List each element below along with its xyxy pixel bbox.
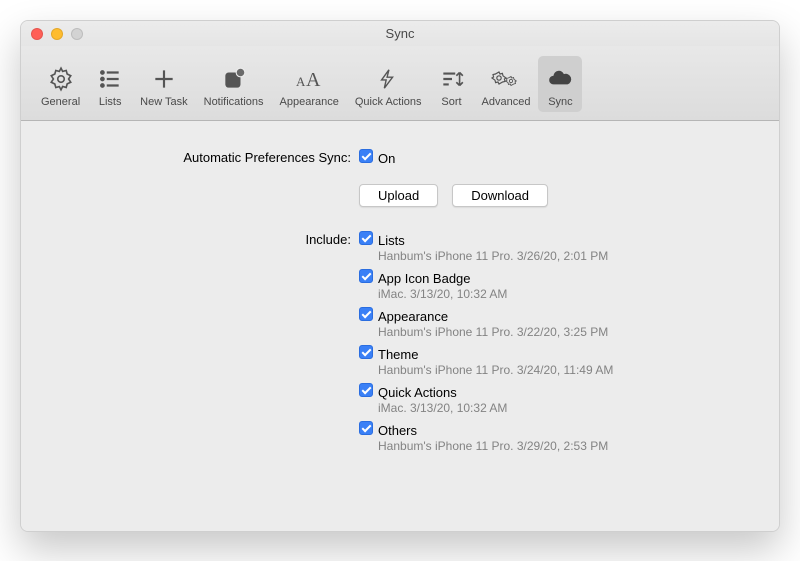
include-item-meta: iMac. 3/13/20, 10:32 AM: [378, 287, 739, 301]
tab-appearance[interactable]: AA Appearance: [272, 56, 347, 112]
include-item-label: Appearance: [378, 309, 448, 324]
tab-quick-actions[interactable]: Quick Actions: [347, 56, 430, 112]
include-checkbox[interactable]: [359, 307, 373, 321]
include-checkbox[interactable]: [359, 231, 373, 245]
include-item-theme: Theme Hanbum's iPhone 11 Pro. 3/24/20, 1…: [359, 345, 739, 377]
sort-icon: [439, 64, 465, 94]
tab-label: Sort: [441, 96, 461, 108]
tab-label: Notifications: [204, 96, 264, 108]
include-list: Lists Hanbum's iPhone 11 Pro. 3/26/20, 2…: [359, 231, 739, 453]
include-item-app-icon-badge: App Icon Badge iMac. 3/13/20, 10:32 AM: [359, 269, 739, 301]
include-checkbox-row[interactable]: Lists: [359, 231, 405, 248]
window-title: Sync: [31, 26, 769, 41]
auto-sync-value: On: [378, 151, 395, 166]
preferences-toolbar: General Lists New Task Notifications AA …: [21, 46, 779, 121]
download-button[interactable]: Download: [452, 184, 548, 207]
zoom-button: [71, 28, 83, 40]
include-item-appearance: Appearance Hanbum's iPhone 11 Pro. 3/22/…: [359, 307, 739, 339]
tab-notifications[interactable]: Notifications: [196, 56, 272, 112]
svg-text:A: A: [306, 69, 321, 91]
include-item-meta: iMac. 3/13/20, 10:32 AM: [378, 401, 739, 415]
include-checkbox-row[interactable]: Theme: [359, 345, 418, 362]
include-item-label: Lists: [378, 233, 405, 248]
include-checkbox[interactable]: [359, 345, 373, 359]
auto-sync-label: Automatic Preferences Sync:: [61, 149, 351, 166]
include-item-lists: Lists Hanbum's iPhone 11 Pro. 3/26/20, 2…: [359, 231, 739, 263]
sync-panel: Automatic Preferences Sync: On Upload Do…: [21, 121, 779, 531]
tab-new-task[interactable]: New Task: [132, 56, 195, 112]
include-item-others: Others Hanbum's iPhone 11 Pro. 3/29/20, …: [359, 421, 739, 453]
minimize-button[interactable]: [51, 28, 63, 40]
include-item-meta: Hanbum's iPhone 11 Pro. 3/22/20, 3:25 PM: [378, 325, 739, 339]
tab-label: Lists: [99, 96, 122, 108]
titlebar: Sync: [21, 21, 779, 46]
font-size-icon: AA: [294, 64, 324, 94]
include-checkbox-row[interactable]: Quick Actions: [359, 383, 457, 400]
include-checkbox-row[interactable]: Appearance: [359, 307, 448, 324]
tab-label: Quick Actions: [355, 96, 422, 108]
tab-lists[interactable]: Lists: [88, 56, 132, 112]
list-icon: [97, 64, 123, 94]
include-item-meta: Hanbum's iPhone 11 Pro. 3/24/20, 11:49 A…: [378, 363, 739, 377]
include-item-quick-actions: Quick Actions iMac. 3/13/20, 10:32 AM: [359, 383, 739, 415]
traffic-lights: [31, 28, 83, 40]
include-checkbox-row[interactable]: App Icon Badge: [359, 269, 471, 286]
close-button[interactable]: [31, 28, 43, 40]
auto-sync-field[interactable]: On: [359, 149, 395, 166]
gears-icon: [491, 64, 521, 94]
tab-sort[interactable]: Sort: [430, 56, 474, 112]
upload-button[interactable]: Upload: [359, 184, 438, 207]
include-checkbox[interactable]: [359, 269, 373, 283]
include-item-meta: Hanbum's iPhone 11 Pro. 3/26/20, 2:01 PM: [378, 249, 739, 263]
include-checkbox[interactable]: [359, 421, 373, 435]
tab-label: Appearance: [280, 96, 339, 108]
include-label: Include:: [61, 231, 351, 453]
preferences-window: Sync General Lists New Task Notification…: [20, 20, 780, 532]
include-checkbox-row[interactable]: Others: [359, 421, 417, 438]
badge-icon: [221, 64, 247, 94]
include-item-label: Theme: [378, 347, 418, 362]
auto-sync-checkbox[interactable]: [359, 149, 373, 163]
include-checkbox[interactable]: [359, 383, 373, 397]
include-item-label: App Icon Badge: [378, 271, 471, 286]
tab-general[interactable]: General: [33, 56, 88, 112]
cloud-icon: [546, 64, 574, 94]
include-item-label: Quick Actions: [378, 385, 457, 400]
tab-label: General: [41, 96, 80, 108]
gear-icon: [48, 64, 74, 94]
svg-text:A: A: [296, 74, 306, 89]
tab-advanced[interactable]: Advanced: [474, 56, 539, 112]
tab-label: New Task: [140, 96, 187, 108]
tab-label: Sync: [548, 96, 572, 108]
bolt-icon: [377, 64, 399, 94]
include-item-meta: Hanbum's iPhone 11 Pro. 3/29/20, 2:53 PM: [378, 439, 739, 453]
tab-sync[interactable]: Sync: [538, 56, 582, 112]
plus-icon: [151, 64, 177, 94]
tab-label: Advanced: [482, 96, 531, 108]
include-item-label: Others: [378, 423, 417, 438]
